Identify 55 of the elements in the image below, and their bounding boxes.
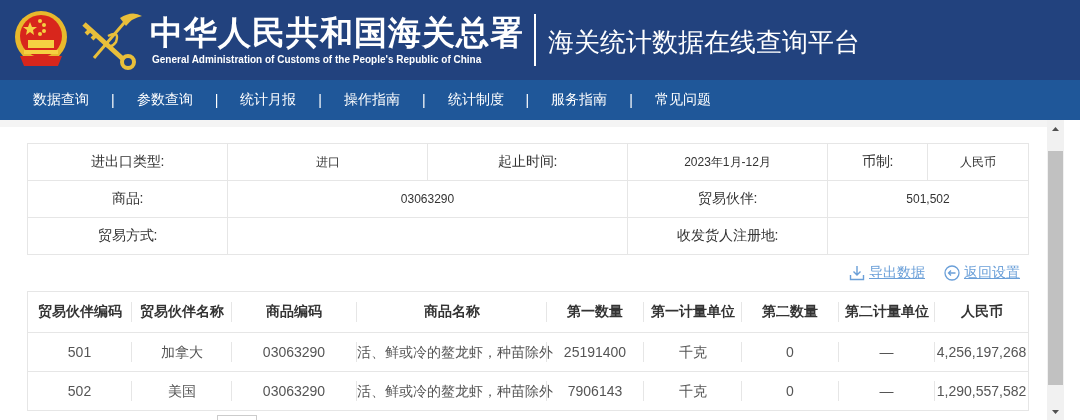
table-cell: 7906143	[567, 383, 623, 399]
column-header: 第二计量单位	[844, 304, 929, 319]
column-header: 商品编码	[266, 304, 322, 319]
nav-separator: |	[421, 92, 426, 108]
nav-link[interactable]: 操作指南	[343, 91, 400, 109]
label-cell: 起止时间:	[428, 144, 628, 181]
value-cell: 2023年1月-12月	[628, 144, 828, 181]
table-cell: 0	[786, 383, 794, 399]
agency-subtitle: General Administration of Customs of the People's Republic of China	[152, 53, 483, 67]
nav-separator: |	[214, 92, 219, 108]
table-cell: 501	[67, 344, 92, 360]
value-cell: 进口	[228, 144, 428, 181]
table-cell: 502	[67, 383, 92, 399]
column-header: 贸易伙伴编码	[37, 304, 122, 319]
value-cell: 人民币	[928, 144, 1029, 181]
nav-link[interactable]: 服务指南	[551, 91, 608, 109]
label-cell: 贸易方式:	[28, 218, 228, 255]
table-cell: 1,290,557,582	[936, 383, 1027, 399]
label-cell: 贸易伙伴:	[628, 181, 828, 218]
column-header: 人民币	[960, 304, 1003, 319]
nav-separator: |	[525, 92, 530, 108]
column-header: 第一数量	[567, 304, 623, 319]
table-cell: —	[879, 344, 894, 360]
table-cell: 03063290	[262, 344, 326, 360]
table-cell: 活、鲜或冷的鳌龙虾，种苗除外	[357, 344, 553, 360]
table-cell: 千克	[678, 344, 707, 360]
nav-link[interactable]: 统计月报	[240, 91, 297, 109]
value-cell: 03063290	[228, 181, 628, 218]
nav-separator: |	[111, 92, 115, 108]
label-cell: 币制:	[828, 144, 928, 181]
nav-link[interactable]: 参数查询	[136, 91, 193, 109]
table-cell: 千克	[678, 383, 707, 399]
table-cell: 4,256,197,268	[936, 344, 1027, 360]
table-cell: 活、鲜或冷的鳌龙虾，种苗除外	[357, 383, 553, 399]
label-cell: 进出口类型:	[28, 144, 228, 181]
table-cell: 03063290	[262, 383, 326, 399]
table-cell: 25191400	[563, 344, 627, 360]
nav-link[interactable]: 统计制度	[447, 91, 504, 109]
column-header: 贸易伙伴名称	[139, 304, 224, 319]
nav-separator: |	[629, 92, 633, 108]
table-cell: 美国	[167, 383, 196, 399]
nav-link[interactable]: 数据查询	[33, 91, 89, 109]
column-header: 第一计量单位	[650, 304, 735, 319]
table-cell: 0	[786, 344, 794, 360]
label-cell: 商品:	[28, 181, 228, 218]
column-header: 商品名称	[423, 304, 480, 319]
column-header: 第二数量	[762, 304, 818, 319]
table-cell: 加拿大	[160, 344, 203, 360]
nav-separator: |	[318, 92, 322, 108]
table-cell: —	[879, 383, 894, 399]
platform-title: 海关统计数据在线查询平台	[548, 25, 860, 59]
value-cell: 501,502	[828, 181, 1029, 218]
label-cell: 收发货人注册地:	[628, 218, 828, 255]
nav-link[interactable]: 常见问题	[654, 91, 711, 109]
agency-title: 中华人民共和国海关总署	[150, 13, 524, 53]
